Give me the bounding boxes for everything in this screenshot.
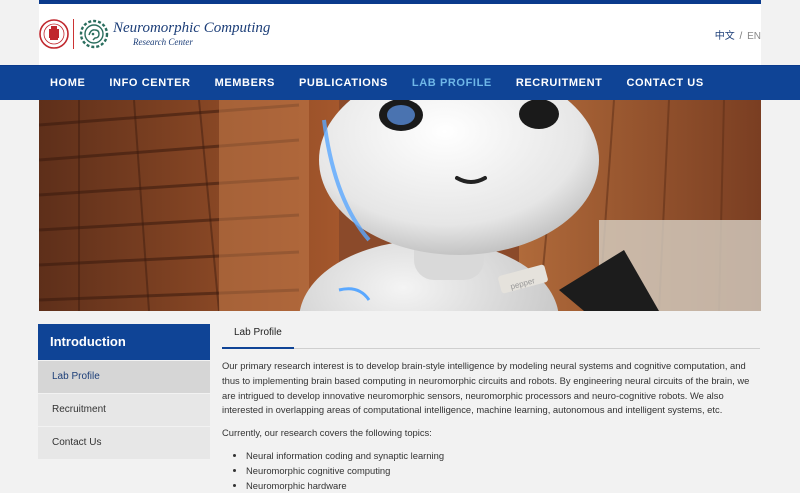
sidebar-item-lab-profile[interactable]: Lab Profile xyxy=(38,361,210,393)
nav-recruitment[interactable]: RECRUITMENT xyxy=(516,77,603,89)
tab-lab-profile[interactable]: Lab Profile xyxy=(222,320,294,349)
main-nav: HOME INFO CENTER MEMBERS PUBLICATIONS LA… xyxy=(0,65,800,100)
logo-title: Neuromorphic Computing xyxy=(113,20,271,36)
list-item: Neuromorphic hardware xyxy=(246,479,760,493)
nav-info-center[interactable]: INFO CENTER xyxy=(109,77,190,89)
list-item: Neuromorphic cognitive computing xyxy=(246,464,760,479)
nav-contact-us[interactable]: CONTACT US xyxy=(626,77,703,89)
sidebar-item-contact-us[interactable]: Contact Us xyxy=(38,427,210,459)
sidebar-item-recruitment[interactable]: Recruitment xyxy=(38,394,210,426)
site-header: Neuromorphic Computing Research Center 中… xyxy=(39,4,761,65)
nav-lab-profile[interactable]: LAB PROFILE xyxy=(412,77,492,89)
site-logo[interactable]: Neuromorphic Computing Research Center xyxy=(39,16,270,52)
lang-separator: / xyxy=(739,31,743,42)
intro-paragraph: Our primary research interest is to deve… xyxy=(222,360,750,416)
nav-members[interactable]: MEMBERS xyxy=(215,77,275,89)
sidebar-title: Introduction xyxy=(38,324,210,360)
lang-en-link[interactable]: EN xyxy=(747,31,761,42)
sidebar: Introduction Lab Profile Recruitment Con… xyxy=(38,324,210,459)
list-item: Neural information coding and synaptic l… xyxy=(246,449,760,464)
university-seal-icon xyxy=(39,19,69,49)
gear-brain-icon xyxy=(79,19,109,49)
robot-photo: pepper xyxy=(39,100,761,311)
nav-home[interactable]: HOME xyxy=(50,77,85,89)
topics-intro: Currently, our research covers the follo… xyxy=(222,427,432,439)
topics-list: Neural information coding and synaptic l… xyxy=(222,449,760,493)
article-body: Our primary research interest is to deve… xyxy=(222,359,760,493)
logo-subtitle: Research Center xyxy=(133,37,193,47)
lang-zh-link[interactable]: 中文 xyxy=(715,31,735,42)
nav-publications[interactable]: PUBLICATIONS xyxy=(299,77,388,89)
logo-divider xyxy=(73,19,74,49)
language-switcher: 中文 / EN xyxy=(715,27,761,42)
hero-banner-image: pepper xyxy=(39,100,761,311)
content-tabbar: Lab Profile xyxy=(222,320,760,349)
main-content: Lab Profile Our primary research interes… xyxy=(222,320,760,493)
